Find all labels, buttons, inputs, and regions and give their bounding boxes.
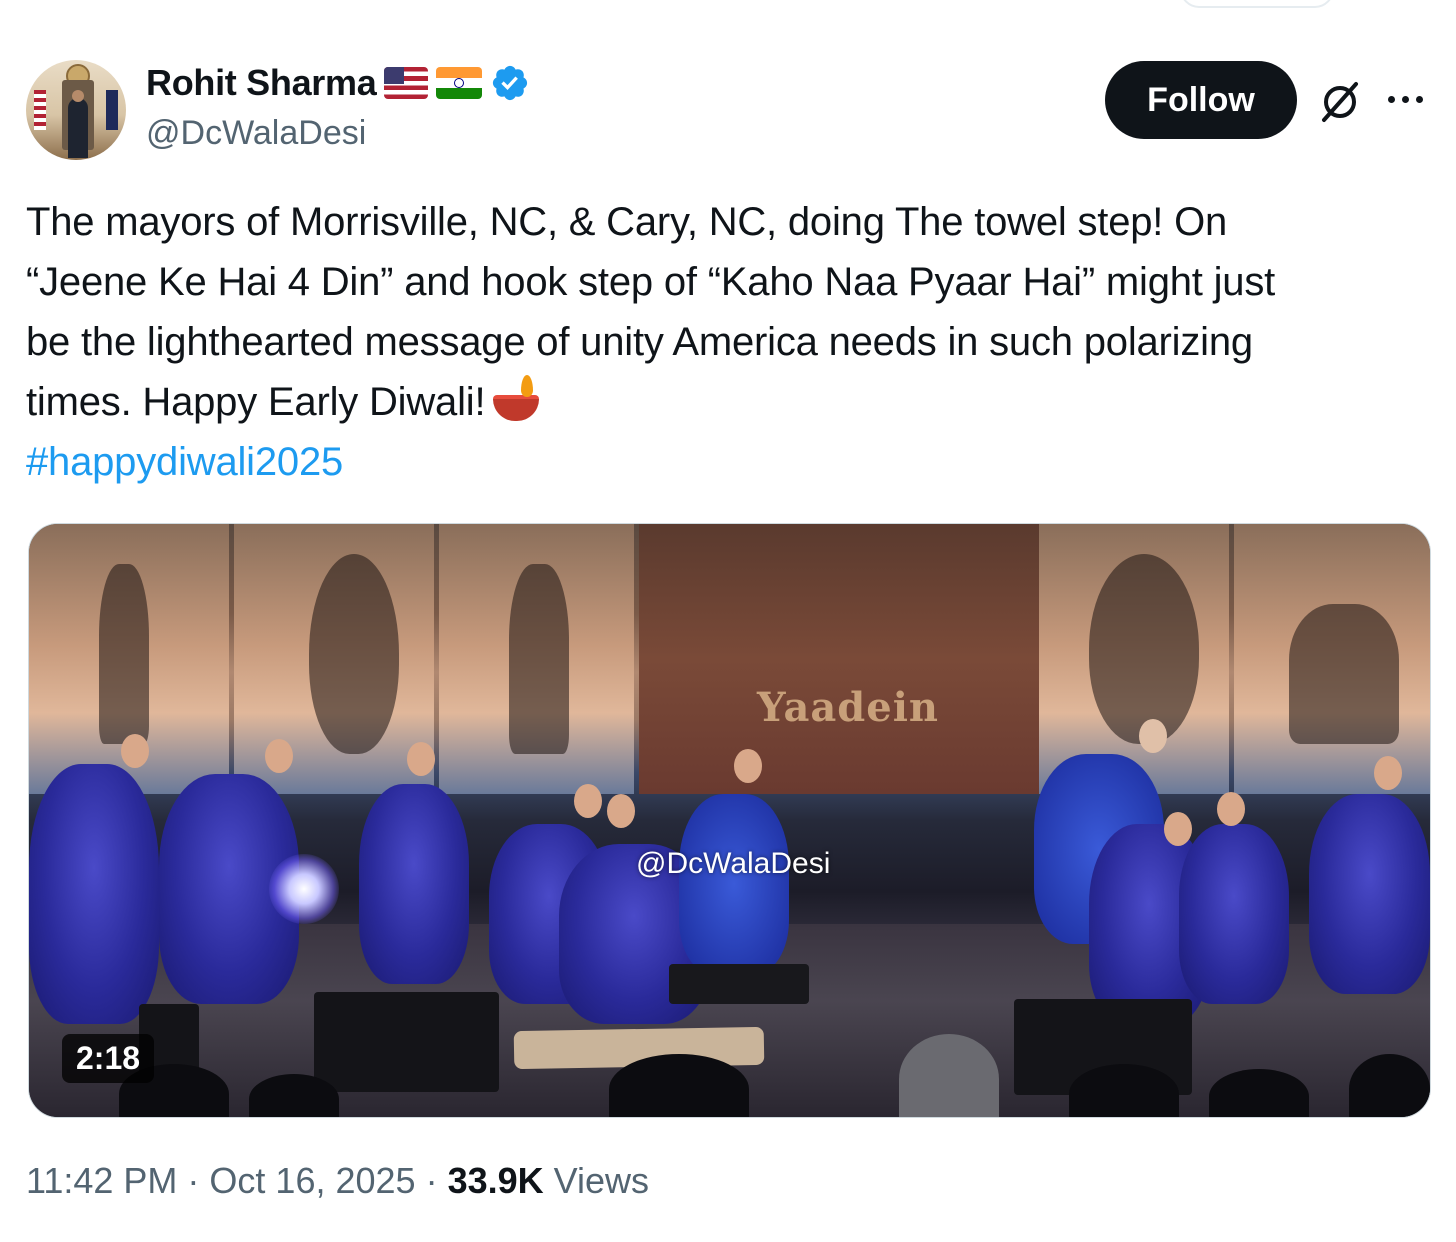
video-player[interactable]: Yaadein @DcWalaDesi 2:18 xyxy=(28,523,1431,1118)
tweet-text: The mayors of Morrisville, NC, & Cary, N… xyxy=(26,192,1426,492)
india-flag-icon xyxy=(436,67,483,99)
stage-banner-text: Yaadein xyxy=(757,684,939,731)
video-watermark: @DcWalaDesi xyxy=(636,847,831,880)
more-icon[interactable] xyxy=(1388,96,1423,103)
tweet-line-3: be the lighthearted message of unity Ame… xyxy=(26,320,1253,364)
hashtag-link[interactable]: #happydiwali2025 xyxy=(26,440,343,484)
avatar[interactable] xyxy=(26,60,126,160)
tweet-metadata: 11:42 PM · Oct 16, 2025 · 33.9K Views xyxy=(26,1160,649,1202)
meta-separator: · xyxy=(187,1160,200,1201)
tweet-time[interactable]: 11:42 PM xyxy=(26,1160,177,1202)
author-name[interactable]: Rohit Sharma xyxy=(146,62,377,104)
tweet-line-2: “Jeene Ke Hai 4 Din” and hook step of “K… xyxy=(26,260,1276,304)
tweet-line-4-text: times. Happy Early Diwali! xyxy=(26,380,486,424)
follow-button[interactable]: Follow xyxy=(1105,61,1297,139)
verified-badge-icon xyxy=(493,65,528,101)
tweet-line-4: times. Happy Early Diwali! xyxy=(26,372,1426,432)
grok-icon[interactable] xyxy=(1316,78,1364,126)
author-row: Rohit Sharma xyxy=(146,62,530,104)
previous-element-edge xyxy=(1180,0,1334,8)
video-duration-badge: 2:18 xyxy=(62,1034,155,1083)
tweet-date[interactable]: Oct 16, 2025 xyxy=(209,1160,415,1202)
meta-separator: · xyxy=(425,1160,438,1201)
diya-lamp-icon xyxy=(491,375,541,423)
tweet-line-1: The mayors of Morrisville, NC, & Cary, N… xyxy=(26,200,1228,244)
author-handle[interactable]: @DcWalaDesi xyxy=(146,114,366,153)
views-count[interactable]: 33.9K xyxy=(448,1160,544,1202)
views-label: Views xyxy=(553,1160,650,1201)
us-flag-icon xyxy=(384,67,429,99)
